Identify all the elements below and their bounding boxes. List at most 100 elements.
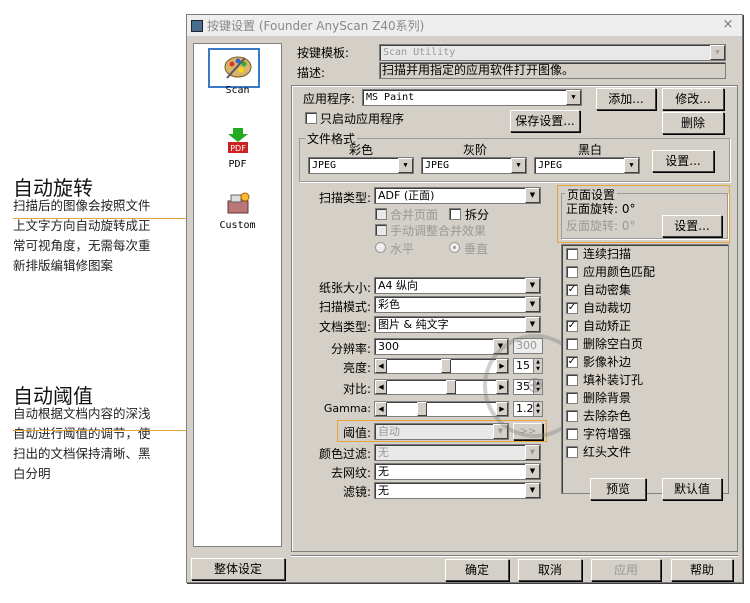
bw-format-value: JPEG <box>538 160 563 171</box>
chevron-down-icon: ▼ <box>525 483 540 498</box>
paper-size-select[interactable]: A4 纵向 ▼ <box>374 277 541 294</box>
only-launch-checkbox[interactable] <box>305 112 317 124</box>
color-format-value: JPEG <box>312 160 337 171</box>
chevron-down-icon: ▼ <box>525 278 540 293</box>
ok-button[interactable]: 确定 <box>445 559 509 581</box>
preview-button[interactable]: 预览 <box>590 478 646 500</box>
option-checkbox[interactable]: ✓ <box>566 302 578 314</box>
option-checkbox[interactable] <box>566 266 578 278</box>
sidebar-label-pdf: PDF <box>228 159 247 170</box>
vertical-radio[interactable] <box>449 242 460 253</box>
annotation-text-rotate: 扫描后的图像会按照文件 上文字方向自动旋转成正 常可视角度，无需每次重 新排版编… <box>13 196 151 276</box>
format-settings-button[interactable]: 设置... <box>652 150 714 172</box>
option-checkbox[interactable] <box>566 338 578 350</box>
bw-format-select[interactable]: JPEG ▼ <box>534 157 640 174</box>
annotation-line: 常可视角度，无需每次重 <box>13 238 151 253</box>
threshold-value: 自动 <box>378 425 400 438</box>
doc-type-label: 文档类型: <box>318 320 371 334</box>
contrast-label: 对比: <box>342 382 371 396</box>
gamma-label: Gamma: <box>323 402 371 415</box>
close-icon[interactable]: × <box>720 17 736 33</box>
option-label: 字符增强 <box>583 427 632 441</box>
app-icon <box>191 20 203 32</box>
option-checkbox[interactable] <box>566 446 578 458</box>
scan-type-select[interactable]: ADF (正面) ▼ <box>374 187 541 204</box>
color-format-label: 彩色 <box>349 143 374 157</box>
chevron-down-icon: ▼ <box>624 158 639 173</box>
merge-pages-checkbox[interactable] <box>375 208 387 220</box>
option-label: 自动裁切 <box>583 301 632 315</box>
option-checkbox[interactable]: ✓ <box>566 320 578 332</box>
resolution-select[interactable]: 300 ▼ <box>374 338 509 355</box>
chevron-down-icon: ▼ <box>566 90 581 105</box>
manual-merge-checkbox[interactable] <box>375 224 387 236</box>
apply-button[interactable]: 应用 <box>591 559 661 581</box>
window-title: 按键设置 (Founder AnyScan Z40系列) <box>207 19 425 33</box>
global-settings-button[interactable]: 整体设定 <box>191 558 285 580</box>
option-checkbox[interactable] <box>566 428 578 440</box>
add-button[interactable]: 添加... <box>596 88 656 110</box>
arrow-left-icon[interactable]: ◀ <box>375 359 387 373</box>
template-select[interactable]: Scan Utility ▼ <box>379 44 726 61</box>
annotation-line: 扫描后的图像会按照文件 <box>13 198 151 213</box>
default-button[interactable]: 默认值 <box>662 478 722 500</box>
paper-size-label: 纸张大小: <box>318 281 371 295</box>
chevron-down-icon: ▼ <box>525 317 540 332</box>
brightness-slider-thumb[interactable] <box>441 359 452 373</box>
scan-mode-value: 彩色 <box>378 298 400 311</box>
delete-button[interactable]: 删除 <box>662 112 724 134</box>
modify-button[interactable]: 修改... <box>662 88 724 110</box>
arrow-left-icon[interactable]: ◀ <box>375 380 387 394</box>
arrow-left-icon[interactable]: ◀ <box>375 402 387 416</box>
threshold-label: 阈值: <box>342 426 371 440</box>
save-settings-button[interactable]: 保存设置... <box>510 110 580 132</box>
resolution-label: 分辨率: <box>330 342 371 356</box>
color-format-select[interactable]: JPEG ▼ <box>308 157 414 174</box>
option-checkbox[interactable] <box>566 410 578 422</box>
title-bar: 按键设置 (Founder AnyScan Z40系列) × <box>187 15 742 37</box>
cancel-button[interactable]: 取消 <box>518 559 582 581</box>
option-checkbox[interactable] <box>566 392 578 404</box>
sidebar-item-custom[interactable]: Custom <box>194 191 281 231</box>
color-filter-select[interactable]: 无 ▼ <box>374 444 541 461</box>
split-checkbox[interactable] <box>449 208 461 220</box>
app-value: MS Paint <box>366 92 415 103</box>
manual-merge-label: 手动调整合并效果 <box>390 224 487 238</box>
filter-select[interactable]: 无 ▼ <box>374 482 541 499</box>
horizontal-radio[interactable] <box>375 242 386 253</box>
scan-mode-select[interactable]: 彩色 ▼ <box>374 296 541 313</box>
option-label: 自动密集 <box>583 283 632 297</box>
option-label: 删除空白页 <box>583 337 644 351</box>
annotation-line: 白分明 <box>13 466 51 481</box>
gamma-slider-thumb[interactable] <box>416 402 427 416</box>
option-label: 影像补边 <box>583 355 632 369</box>
option-checkbox[interactable] <box>566 248 578 260</box>
merge-pages-label: 合并页面 <box>390 208 439 222</box>
sidebar-item-pdf[interactable]: PDF PDF <box>194 128 281 170</box>
scan-type-label: 扫描类型: <box>318 191 371 205</box>
app-label: 应用程序: <box>303 92 356 106</box>
option-label: 连续扫描 <box>583 247 632 261</box>
filter-value: 无 <box>378 484 389 497</box>
option-checkbox[interactable] <box>566 374 578 386</box>
resolution-value: 300 <box>378 340 399 353</box>
annotation-line: 新排版编辑修图案 <box>13 258 114 273</box>
option-label: 去除杂色 <box>583 409 632 423</box>
threshold-select[interactable]: 自动 ▼ <box>374 423 509 440</box>
sidebar-label-scan: Scan <box>225 85 250 96</box>
settings-window: 按键设置 (Founder AnyScan Z40系列) × Scan PDF … <box>186 14 743 583</box>
app-select[interactable]: MS Paint ▼ <box>362 89 582 106</box>
gray-format-select[interactable]: JPEG ▼ <box>421 157 527 174</box>
help-button[interactable]: 帮助 <box>671 559 733 581</box>
sidebar-item-scan[interactable]: Scan <box>194 54 281 96</box>
doc-type-select[interactable]: 图片 & 纯文字 ▼ <box>374 316 541 333</box>
chevron-down-icon: ▼ <box>525 445 540 460</box>
description-label: 描述: <box>297 66 326 80</box>
only-launch-label: 只启动应用程序 <box>320 112 405 126</box>
descreen-select[interactable]: 无 ▼ <box>374 463 541 480</box>
palette-icon <box>224 56 251 79</box>
option-checkbox[interactable]: ✓ <box>566 356 578 368</box>
paper-size-value: A4 纵向 <box>378 279 419 292</box>
contrast-slider-thumb[interactable] <box>446 380 457 394</box>
option-checkbox[interactable]: ✓ <box>566 284 578 296</box>
